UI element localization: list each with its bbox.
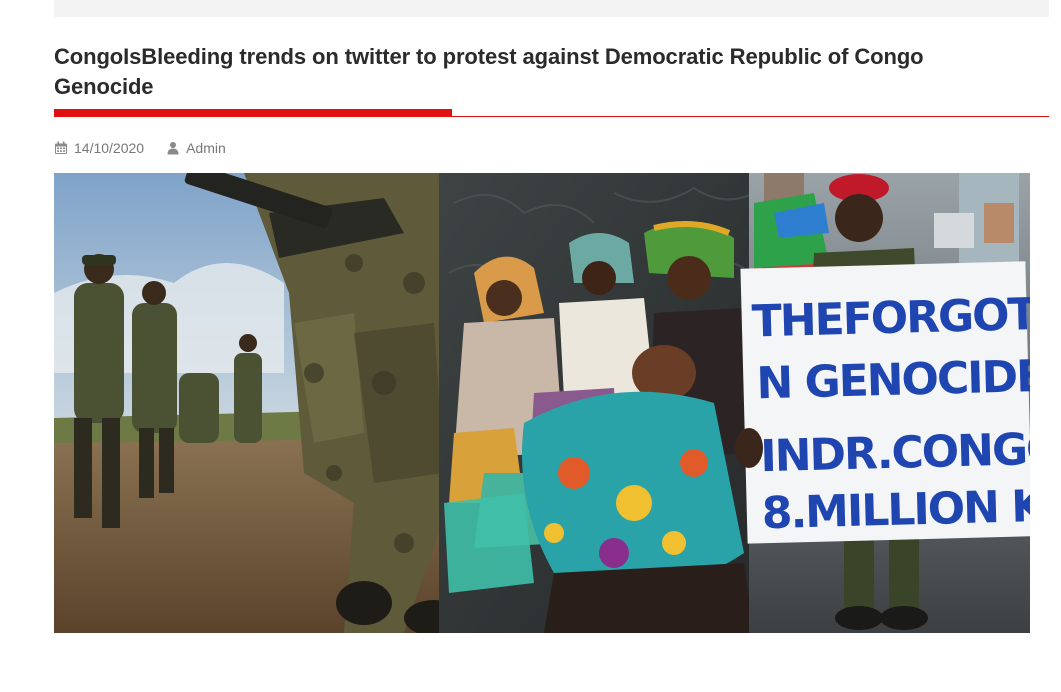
sign-line-1: THEFORGOTTE (751, 288, 1030, 348)
post-date[interactable]: 14/10/2020 (54, 140, 144, 156)
featured-image-collage: THEFORGOTTE N GENOCIDE INDR.CONGO 8.MILL… (54, 173, 1030, 633)
post-meta: 14/10/2020 Admin (54, 138, 226, 158)
post-author-text: Admin (186, 140, 226, 156)
sign-line-4: 8.MILLION KILLE (761, 478, 1030, 539)
user-icon (167, 142, 179, 155)
article-title: CongoIsBleeding trends on twitter to pro… (54, 44, 924, 99)
sign-line-2: N GENOCIDE (756, 351, 1030, 410)
top-bar (54, 0, 1049, 17)
post-author[interactable]: Admin (166, 140, 226, 156)
sign-line-3: INDR.CONGO (760, 423, 1030, 482)
title-underline (54, 116, 1049, 117)
post-date-text: 14/10/2020 (74, 140, 145, 156)
featured-image: THEFORGOTTE N GENOCIDE INDR.CONGO 8.MILL… (54, 173, 1030, 633)
calendar-icon (55, 141, 67, 154)
